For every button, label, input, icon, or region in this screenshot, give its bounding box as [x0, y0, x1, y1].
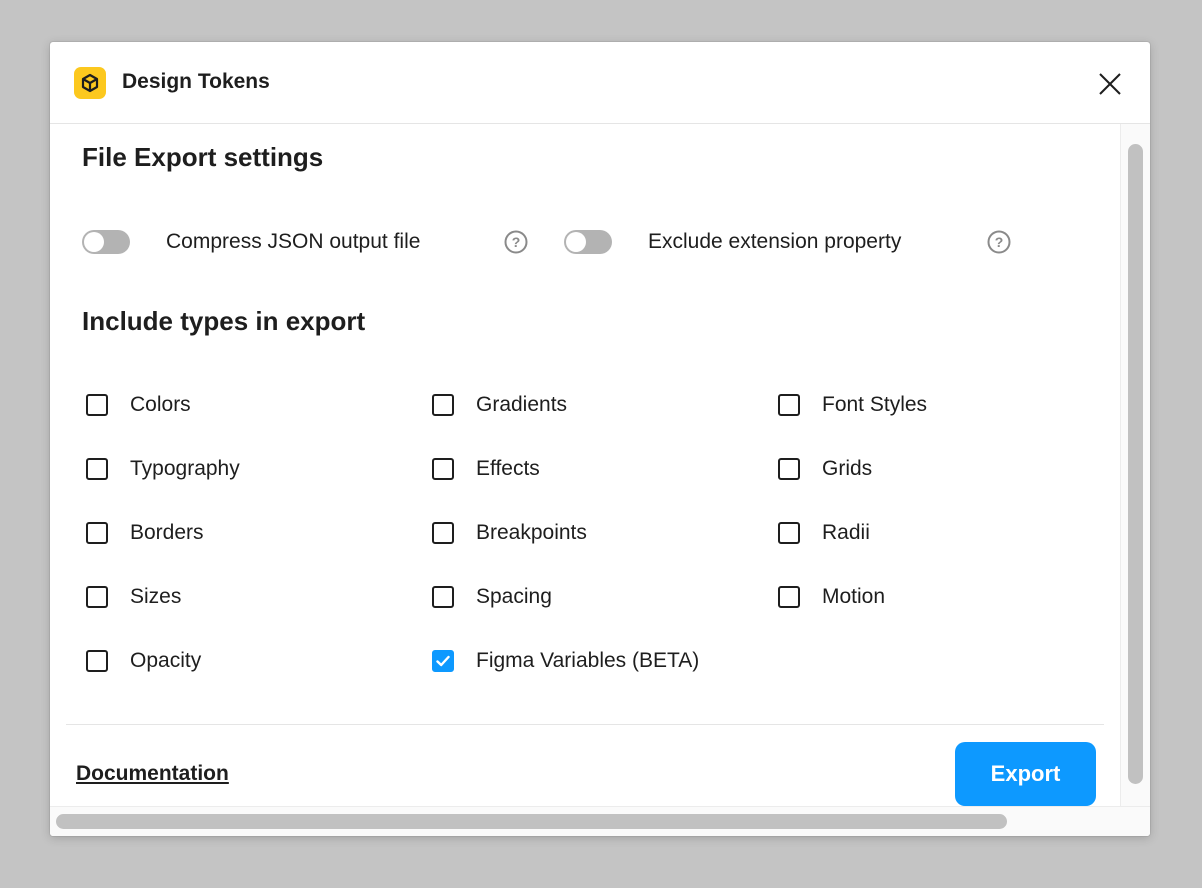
checkbox-label: Figma Variables (BETA)	[476, 649, 700, 672]
question-circle-icon[interactable]: ?	[504, 230, 528, 254]
type-checkbox-effects[interactable]: Effects	[432, 455, 540, 483]
type-checkbox-colors[interactable]: Colors	[86, 391, 191, 419]
close-button[interactable]	[1092, 66, 1128, 102]
checkbox-label: Grids	[822, 457, 873, 480]
checkbox-label: Spacing	[476, 585, 552, 608]
svg-text:?: ?	[995, 234, 1004, 250]
checkbox[interactable]	[778, 522, 800, 544]
type-checkbox-figma-variables[interactable]: Figma Variables (BETA)	[432, 647, 699, 675]
plugin-window: Design Tokens File Export settings Compr…	[50, 42, 1150, 836]
horizontal-scrollbar-thumb[interactable]	[56, 814, 1007, 829]
type-checkbox-gradients[interactable]: Gradients	[432, 391, 567, 419]
footer-divider	[66, 724, 1104, 725]
question-circle-icon[interactable]: ?	[987, 230, 1011, 254]
checkbox[interactable]	[432, 586, 454, 608]
checkmark-icon	[436, 655, 450, 667]
window-title: Design Tokens	[122, 70, 270, 93]
checkbox[interactable]	[86, 394, 108, 416]
type-checkbox-sizes[interactable]: Sizes	[86, 583, 181, 611]
export-button[interactable]: Export	[955, 742, 1096, 806]
checkbox-label: Opacity	[130, 649, 202, 672]
checkbox[interactable]	[432, 522, 454, 544]
checkbox-label: Colors	[130, 393, 191, 416]
checkbox-label: Gradients	[476, 393, 568, 416]
type-checkbox-radii[interactable]: Radii	[778, 519, 870, 547]
checkbox[interactable]	[86, 458, 108, 480]
type-checkbox-breakpoints[interactable]: Breakpoints	[432, 519, 587, 547]
compress-json-label: Compress JSON output file	[166, 230, 421, 253]
checkbox-label: Effects	[476, 457, 540, 480]
checkbox[interactable]	[86, 586, 108, 608]
checkbox-label: Radii	[822, 521, 870, 544]
checkbox[interactable]	[778, 394, 800, 416]
type-checkbox-motion[interactable]: Motion	[778, 583, 885, 611]
compress-json-toggle[interactable]	[82, 230, 130, 254]
settings-content: File Export settings Compress JSON outpu…	[50, 124, 1120, 806]
documentation-link[interactable]: Documentation	[76, 762, 229, 786]
toggle-knob	[566, 232, 586, 252]
checkbox[interactable]	[778, 458, 800, 480]
vertical-scrollbar-thumb[interactable]	[1128, 144, 1143, 784]
type-checkbox-typography[interactable]: Typography	[86, 455, 240, 483]
toggle-knob	[84, 232, 104, 252]
exclude-extension-label: Exclude extension property	[648, 230, 902, 253]
checkbox-label: Breakpoints	[476, 521, 587, 544]
checkbox-label: Sizes	[130, 585, 182, 608]
close-icon	[1099, 73, 1121, 95]
checkbox[interactable]	[86, 650, 108, 672]
checkbox[interactable]	[432, 394, 454, 416]
checkbox-label: Borders	[130, 521, 204, 544]
type-checkbox-borders[interactable]: Borders	[86, 519, 204, 547]
include-types-heading: Include types in export	[82, 306, 366, 336]
checkbox[interactable]	[432, 458, 454, 480]
design-tokens-cube-icon	[74, 67, 106, 99]
checkbox-label: Typography	[130, 457, 240, 480]
svg-text:?: ?	[512, 234, 521, 250]
title-bar: Design Tokens	[50, 42, 1150, 124]
checkbox[interactable]	[778, 586, 800, 608]
checkbox-label: Font Styles	[822, 393, 928, 416]
exclude-extension-toggle[interactable]	[564, 230, 612, 254]
checkbox-checked[interactable]	[432, 650, 454, 672]
type-checkbox-grids[interactable]: Grids	[778, 455, 872, 483]
type-checkbox-spacing[interactable]: Spacing	[432, 583, 552, 611]
type-checkbox-font-styles[interactable]: Font Styles	[778, 391, 927, 419]
checkbox[interactable]	[86, 522, 108, 544]
file-export-settings-heading: File Export settings	[82, 142, 324, 172]
checkbox-label: Motion	[822, 585, 886, 608]
type-checkbox-opacity[interactable]: Opacity	[86, 647, 201, 675]
